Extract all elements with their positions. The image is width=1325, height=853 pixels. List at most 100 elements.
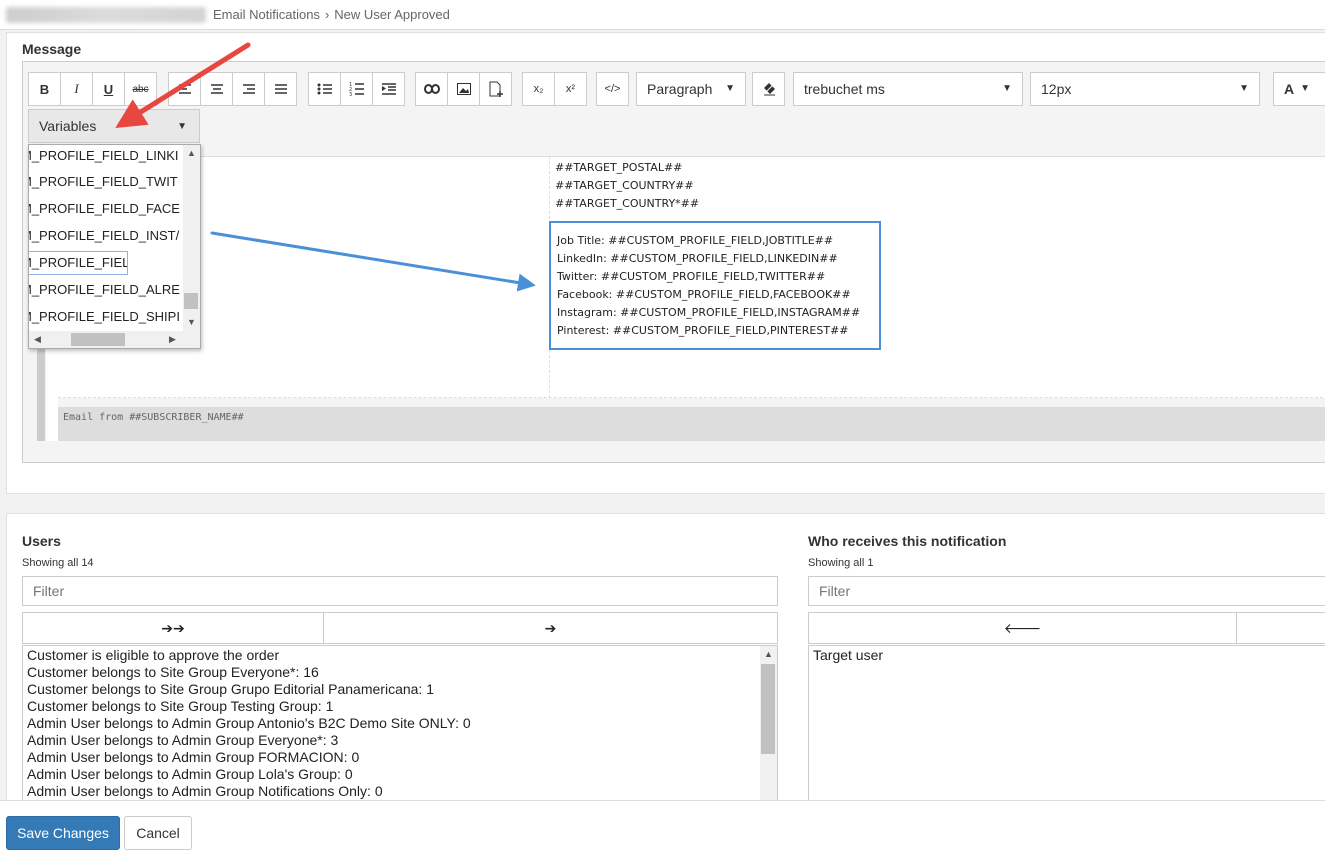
remove-all-button[interactable] xyxy=(1236,612,1325,644)
file-add-icon xyxy=(489,81,503,97)
scroll-thumb[interactable] xyxy=(71,333,125,346)
variables-dropdown[interactable]: Variables ▼ xyxy=(28,109,200,143)
linkedin-line: LinkedIn: ##CUSTOM_PROFILE_FIELD,LINKEDI… xyxy=(557,252,838,265)
list-item[interactable]: Admin User belongs to Admin Group Antoni… xyxy=(27,715,471,731)
list-item[interactable]: Admin User belongs to Admin Group Lola's… xyxy=(27,766,353,782)
scroll-up-icon[interactable]: ▲ xyxy=(187,148,196,158)
scroll-down-icon[interactable]: ▼ xyxy=(187,317,196,327)
breadcrumb-separator: › xyxy=(324,7,330,22)
align-center-button[interactable] xyxy=(200,72,233,106)
breadcrumb-email-notifications[interactable]: Email Notifications xyxy=(213,7,320,22)
list-item[interactable]: Admin User belongs to Admin Group Everyo… xyxy=(27,732,338,748)
scroll-left-icon[interactable]: ◀ xyxy=(34,334,41,345)
caret-down-icon: ▼ xyxy=(1002,83,1012,94)
receivers-list[interactable]: Target user xyxy=(808,645,1325,805)
superscript-button[interactable]: x² xyxy=(554,72,587,106)
save-changes-button[interactable]: Save Changes xyxy=(6,816,120,850)
custom-fields-block: Job Title: ##CUSTOM_PROFILE_FIELD,JOBTIT… xyxy=(549,221,881,350)
clear-format-group xyxy=(752,72,785,106)
variable-option[interactable]: M_PROFILE_FIELD_SHIPI xyxy=(29,306,183,328)
insert-link-button[interactable] xyxy=(415,72,448,106)
variable-option[interactable]: M_PROFILE_FIELD_LINKI xyxy=(29,145,183,167)
scroll-up-icon[interactable]: ▲ xyxy=(764,649,773,659)
instagram-line: Instagram: ##CUSTOM_PROFILE_FIELD,INSTAG… xyxy=(557,306,861,319)
indent-button[interactable] xyxy=(372,72,405,106)
list-item[interactable]: Customer belongs to Site Group Everyone*… xyxy=(27,664,319,680)
font-family-value: trebuchet ms xyxy=(804,81,885,97)
scroll-thumb[interactable] xyxy=(761,664,775,754)
numbered-list-button[interactable]: 123 xyxy=(340,72,373,106)
variables-list[interactable]: M_PROFILE_FIELD_LINKI M_PROFILE_FIELD_TW… xyxy=(28,144,201,349)
users-list-scrollbar[interactable]: ▲ xyxy=(760,646,777,804)
align-right-icon xyxy=(242,84,255,94)
scroll-thumb[interactable] xyxy=(184,293,198,309)
variable-option[interactable]: M_PROFILE_FIELD_INST/ xyxy=(29,225,183,247)
insert-image-button[interactable] xyxy=(447,72,480,106)
font-color-dropdown[interactable]: A ▼ xyxy=(1273,72,1325,106)
insert-group xyxy=(415,72,512,106)
users-filter-input[interactable] xyxy=(22,576,778,606)
caret-down-icon: ▼ xyxy=(177,121,187,132)
email-footer-text: Email from ##SUBSCRIBER_NAME## xyxy=(63,412,244,423)
site-name-blurred[interactable] xyxy=(6,7,206,23)
row-divider xyxy=(58,397,1325,398)
font-size-value: 12px xyxy=(1041,81,1072,97)
justify-button[interactable] xyxy=(264,72,297,106)
variables-horizontal-scrollbar[interactable]: ◀ ▶ xyxy=(29,331,200,348)
remove-selected-button[interactable]: 🡐 xyxy=(808,612,1237,644)
receivers-count: Showing all 1 xyxy=(808,557,874,569)
align-left-icon xyxy=(178,84,191,94)
numbered-list-icon: 123 xyxy=(349,82,364,96)
move-all-button[interactable]: ➔➔ xyxy=(22,612,324,644)
paragraph-style-value: Paragraph xyxy=(647,81,713,97)
users-count: Showing all 14 xyxy=(22,557,94,569)
users-list[interactable]: Customer is eligible to approve the orde… xyxy=(22,645,778,805)
variables-vertical-scrollbar[interactable]: ▲ ▼ xyxy=(183,145,200,333)
variable-option-selected[interactable]: M_PROFILE_FIELD_PINTI xyxy=(29,251,128,275)
paragraph-style-dropdown[interactable]: Paragraph ▼ xyxy=(636,72,746,106)
clear-format-button[interactable] xyxy=(752,72,785,106)
users-title: Users xyxy=(22,533,61,549)
list-item[interactable]: Customer belongs to Site Group Grupo Edi… xyxy=(27,681,434,697)
align-left-button[interactable] xyxy=(168,72,201,106)
variable-option[interactable]: M_PROFILE_FIELD_TWIT xyxy=(29,171,183,193)
variable-option[interactable]: M_PROFILE_FIELD_FACE xyxy=(29,198,183,220)
code-view-button[interactable]: </> xyxy=(596,72,629,106)
bold-button[interactable]: B xyxy=(28,72,61,106)
list-item[interactable]: Admin User belongs to Admin Group FORMAC… xyxy=(27,749,359,765)
twitter-line: Twitter: ##CUSTOM_PROFILE_FIELD,TWITTER#… xyxy=(557,270,826,283)
link-icon xyxy=(423,84,440,94)
pinterest-line: Pinterest: ##CUSTOM_PROFILE_FIELD,PINTER… xyxy=(557,324,849,337)
svg-text:3: 3 xyxy=(349,92,352,96)
align-center-icon xyxy=(210,84,223,94)
subscript-button[interactable]: x₂ xyxy=(522,72,555,106)
font-family-dropdown[interactable]: trebuchet ms ▼ xyxy=(793,72,1023,106)
underline-button[interactable]: U xyxy=(92,72,125,106)
receivers-filter-input[interactable] xyxy=(808,576,1325,606)
move-selected-button[interactable]: ➔ xyxy=(323,612,778,644)
list-item[interactable]: Admin User belongs to Admin Group Notifi… xyxy=(27,783,383,799)
list-item[interactable]: Customer is eligible to approve the orde… xyxy=(27,647,279,663)
align-right-button[interactable] xyxy=(232,72,265,106)
facebook-line: Facebook: ##CUSTOM_PROFILE_FIELD,FACEBOO… xyxy=(557,288,851,301)
font-size-dropdown[interactable]: 12px ▼ xyxy=(1030,72,1260,106)
breadcrumb-current: New User Approved xyxy=(334,7,450,22)
message-label: Message xyxy=(22,41,82,57)
list-group: 123 xyxy=(308,72,405,106)
list-item[interactable]: Target user xyxy=(813,647,883,663)
top-bar: Email Notifications › New User Approved xyxy=(0,0,1325,30)
target-postal-text: ##TARGET_POSTAL## xyxy=(555,161,683,174)
cancel-button[interactable]: Cancel xyxy=(124,816,192,850)
scroll-right-icon[interactable]: ▶ xyxy=(169,334,176,345)
variable-option[interactable]: M_PROFILE_FIELD_ALRE xyxy=(29,279,183,301)
bulleted-list-button[interactable] xyxy=(308,72,341,106)
font-color-icon: A xyxy=(1284,81,1295,97)
list-item[interactable]: Customer belongs to Site Group Testing G… xyxy=(27,698,333,714)
italic-button[interactable]: I xyxy=(60,72,93,106)
strikethrough-button[interactable]: abc xyxy=(124,72,157,106)
target-country-text: ##TARGET_COUNTRY## xyxy=(555,179,694,192)
insert-file-button[interactable] xyxy=(479,72,512,106)
indent-icon xyxy=(381,83,396,95)
caret-down-icon: ▼ xyxy=(725,83,735,94)
breadcrumb: Email Notifications › New User Approved xyxy=(213,7,450,22)
